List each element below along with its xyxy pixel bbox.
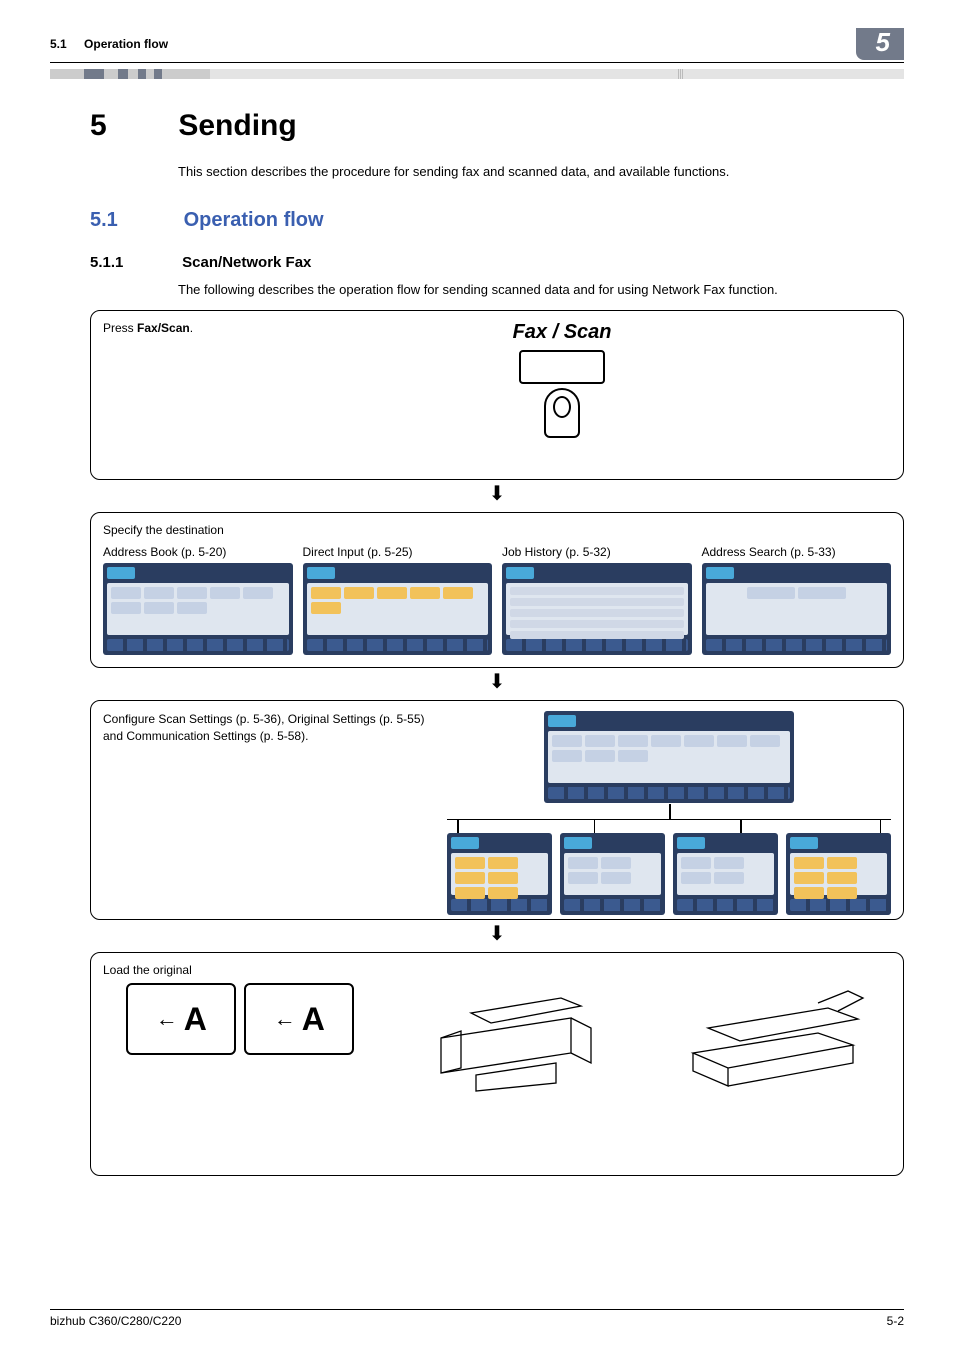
flow-arrow-icon: ⬇: [90, 484, 904, 504]
original-box-2: ←A: [244, 983, 354, 1055]
section-title: Operation flow: [184, 209, 324, 231]
subsection-number: 5.1.1: [90, 254, 178, 271]
footer-model: bizhub C360/C280/C220: [50, 1314, 181, 1328]
fax-scan-panel-label: Fax / Scan: [233, 321, 891, 344]
screen-thumb-scan-settings: [544, 711, 794, 803]
dest-address-search-label: Address Search (p. 5-33): [702, 545, 892, 559]
flow-step-settings: Configure Scan Settings (p. 5-36), Origi…: [90, 700, 904, 920]
chapter-heading: 5 Sending: [90, 109, 904, 143]
chapter-badge: 5: [856, 28, 904, 60]
original-box-1: ←A: [126, 983, 236, 1055]
screen-thumb-original-settings: [447, 833, 552, 915]
decorative-bar: [50, 69, 904, 79]
step4-label: Load the original: [103, 963, 891, 977]
left-arrow-icon: ←: [274, 1006, 296, 1032]
subsection-intro: The following describes the operation fl…: [178, 281, 904, 300]
flow-step-load-original: Load the original ←A ←A: [90, 952, 904, 1176]
screen-thumb-comm-settings-2: [673, 833, 778, 915]
finger-press-icon: [544, 388, 580, 438]
chapter-number: 5: [90, 109, 170, 143]
screen-thumb-comm-settings-1: [560, 833, 665, 915]
chapter-intro: This section describes the procedure for…: [178, 163, 904, 182]
step3-text: Configure Scan Settings (p. 5-36), Origi…: [103, 711, 433, 907]
footer-page-number: 5-2: [887, 1314, 904, 1328]
chapter-title: Sending: [178, 109, 296, 142]
screen-thumb-address-search: [702, 563, 892, 655]
flow-step-destination: Specify the destination Address Book (p.…: [90, 512, 904, 668]
subsection-title: Scan/Network Fax: [182, 254, 311, 271]
section-number: 5.1: [90, 209, 178, 232]
subsection-heading: 5.1.1 Scan/Network Fax: [90, 254, 904, 271]
adf-printer-illustration: [421, 983, 611, 1093]
step1-instruction: Press Fax/Scan.: [103, 321, 193, 335]
screen-thumb-direct-input: [303, 563, 493, 655]
section-heading: 5.1 Operation flow: [90, 209, 904, 232]
screen-thumb-job-history: [502, 563, 692, 655]
screen-thumb-address-book: [103, 563, 293, 655]
flow-arrow-icon: ⬇: [90, 924, 904, 944]
flow-arrow-icon: ⬇: [90, 672, 904, 692]
header-section-name: Operation flow: [84, 37, 168, 51]
flatbed-printer-illustration: [678, 983, 868, 1093]
fax-scan-button-illustration: [519, 350, 605, 384]
dest-address-book-label: Address Book (p. 5-20): [103, 545, 293, 559]
step2-title: Specify the destination: [103, 523, 891, 537]
header-section-ref: 5.1: [50, 37, 67, 51]
dest-job-history-label: Job History (p. 5-32): [502, 545, 692, 559]
branch-connector: [447, 819, 891, 820]
screen-thumb-comm-settings-3: [786, 833, 891, 915]
flow-step-press-faxscan: Press Fax/Scan. Fax / Scan: [90, 310, 904, 480]
dest-direct-input-label: Direct Input (p. 5-25): [303, 545, 493, 559]
left-arrow-icon: ←: [156, 1006, 178, 1032]
